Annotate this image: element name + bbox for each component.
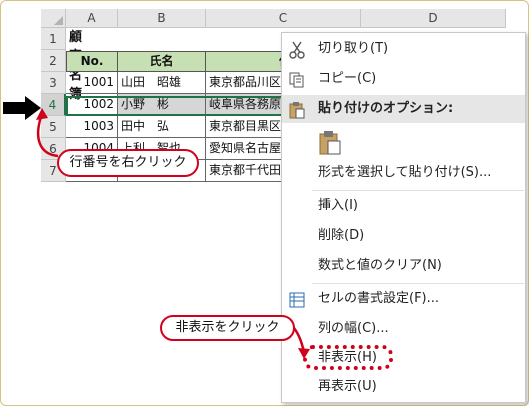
column-header-c[interactable]: C bbox=[206, 9, 361, 28]
row-header-1[interactable]: 1 bbox=[41, 28, 66, 50]
header-name[interactable]: 氏名 bbox=[117, 51, 206, 72]
menu-label: 切り取り(T) bbox=[318, 41, 389, 56]
menu-label: セルの書式設定(F)... bbox=[318, 291, 440, 306]
menu-separator bbox=[312, 190, 524, 191]
callout-arrow-icon bbox=[292, 327, 310, 359]
menu-label: 数式と値のクリア(N) bbox=[318, 258, 442, 273]
callout-row-header: 行番号を右クリック bbox=[57, 149, 199, 177]
menu-label: 列の幅(C)... bbox=[318, 321, 389, 336]
menu-item-cut[interactable]: 切り取り(T) bbox=[282, 35, 525, 63]
menu-item-insert[interactable]: 挿入(I) bbox=[282, 192, 525, 220]
context-menu: 切り取り(T) コピー(C) 貼り付けのオプション: 形式を選択して貼り付け(S… bbox=[281, 32, 526, 403]
select-all-corner[interactable] bbox=[41, 9, 66, 28]
menu-item-paste-special[interactable]: 形式を選択して貼り付け(S)... bbox=[282, 159, 525, 187]
menu-item-format-cells[interactable]: セルの書式設定(F)... bbox=[282, 285, 525, 313]
menu-section-paste-options: 貼り付けのオプション: bbox=[282, 95, 525, 123]
scissors-icon bbox=[289, 41, 305, 59]
menu-item-column-width[interactable]: 列の幅(C)... bbox=[282, 315, 525, 343]
cell-name[interactable]: 山田 昭雄 bbox=[118, 72, 206, 94]
menu-label: 貼り付けのオプション: bbox=[318, 101, 454, 116]
paste-icon bbox=[289, 102, 305, 119]
menu-label: 非表示(H) bbox=[318, 350, 377, 365]
callout-hide: 非表示をクリック bbox=[160, 315, 295, 341]
menu-item-clear-contents[interactable]: 数式と値のクリア(N) bbox=[282, 252, 525, 280]
menu-label: コピー(C) bbox=[318, 71, 377, 86]
menu-item-unhide[interactable]: 再表示(U) bbox=[282, 373, 525, 401]
menu-item-copy[interactable]: コピー(C) bbox=[282, 65, 525, 93]
menu-label: 挿入(I) bbox=[318, 198, 358, 213]
cell-name[interactable]: 田中 弘 bbox=[118, 116, 206, 138]
menu-label: 形式を選択して貼り付け(S)... bbox=[318, 165, 492, 180]
cell-no[interactable]: 1001 bbox=[66, 72, 118, 94]
menu-label: 削除(D) bbox=[318, 228, 365, 243]
menu-label: 再表示(U) bbox=[318, 379, 377, 394]
column-header-a[interactable]: A bbox=[66, 9, 118, 28]
header-no[interactable]: No. bbox=[66, 51, 118, 72]
column-header-b[interactable]: B bbox=[118, 9, 206, 28]
copy-icon bbox=[289, 72, 304, 88]
row-header-2[interactable]: 2 bbox=[41, 50, 66, 72]
callout-arrow-icon bbox=[36, 108, 59, 158]
cell-no[interactable]: 1002 bbox=[66, 94, 118, 116]
menu-item-delete[interactable]: 削除(D) bbox=[282, 222, 525, 250]
column-header-d[interactable]: D bbox=[361, 9, 506, 28]
row-header-3[interactable]: 3 bbox=[41, 72, 66, 94]
format-cells-icon bbox=[289, 292, 305, 308]
sheet-title[interactable]: 顧客名簿 bbox=[66, 28, 82, 102]
paste-option-icon[interactable] bbox=[318, 130, 342, 156]
menu-item-hide[interactable]: 非表示(H) bbox=[282, 344, 525, 372]
cell-name[interactable]: 小野 彬 bbox=[118, 94, 206, 116]
cell-no[interactable]: 1003 bbox=[66, 116, 118, 138]
menu-separator bbox=[312, 283, 524, 284]
